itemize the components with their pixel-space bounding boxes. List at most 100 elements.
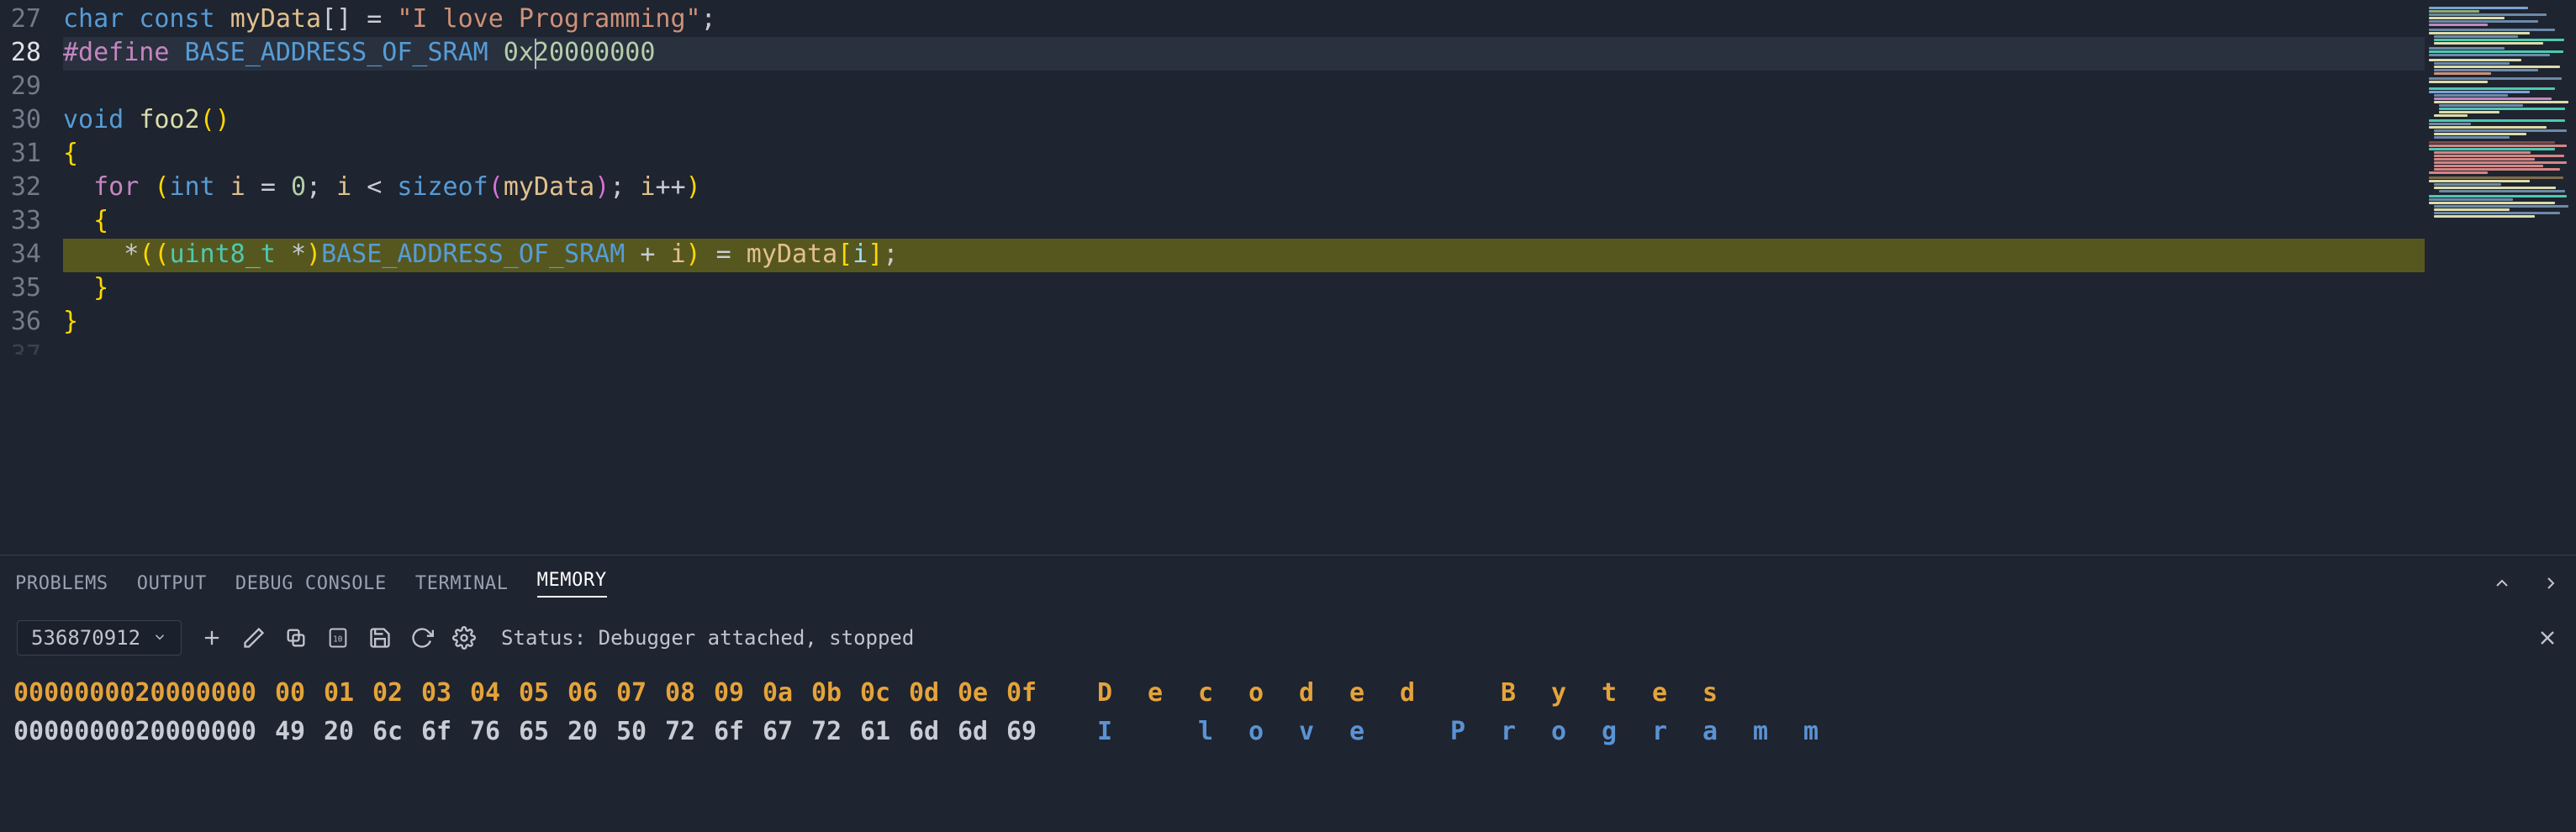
memory-header-col: 00	[266, 678, 314, 708]
save-icon[interactable]	[368, 626, 392, 650]
line-number: 30	[0, 104, 63, 138]
refresh-icon[interactable]	[410, 626, 434, 650]
memory-byte[interactable]: 49	[266, 717, 314, 746]
tab-problems[interactable]: PROBLEMS	[15, 573, 108, 594]
line-number: 36	[0, 306, 63, 340]
code-content[interactable]: *((uint8_t *)BASE_ADDRESS_OF_SRAM + i) =…	[63, 239, 2425, 272]
memory-header-decoded: s	[1685, 678, 1735, 708]
memory-header-col: 0c	[851, 678, 900, 708]
code-line[interactable]: 32 for (int i = 0; i < sizeof(myData); i…	[0, 171, 2425, 205]
memory-byte[interactable]: 72	[656, 717, 705, 746]
memory-byte[interactable]: 72	[802, 717, 851, 746]
memory-header-address: 0000000020000000	[13, 678, 266, 708]
memory-header-decoded: y	[1533, 678, 1584, 708]
memory-header-col: 07	[607, 678, 656, 708]
memory-header-col: 01	[314, 678, 363, 708]
svg-text:10: 10	[333, 635, 343, 645]
code-lines[interactable]: 27char const myData[] = "I love Programm…	[0, 0, 2425, 555]
memory-header-col: 0f	[997, 678, 1046, 708]
plus-icon[interactable]	[200, 626, 224, 650]
line-number: 32	[0, 171, 63, 205]
memory-header-col: 0b	[802, 678, 851, 708]
code-line[interactable]: 30void foo2()	[0, 104, 2425, 138]
chevron-up-icon[interactable]	[2492, 573, 2512, 593]
memory-byte[interactable]: 67	[753, 717, 802, 746]
memory-header-decoded: d	[1382, 678, 1433, 708]
pencil-icon[interactable]	[242, 626, 266, 650]
code-line[interactable]: 27char const myData[] = "I love Programm…	[0, 3, 2425, 37]
code-line[interactable]: 28#define BASE_ADDRESS_OF_SRAM 0x2000000…	[0, 37, 2425, 71]
memory-byte[interactable]: 20	[314, 717, 363, 746]
code-content[interactable]: {	[63, 205, 2425, 239]
memory-header-decoded: D	[1079, 678, 1130, 708]
memory-byte[interactable]: 69	[997, 717, 1046, 746]
chevron-right-icon[interactable]	[2541, 573, 2561, 593]
code-content[interactable]: #define BASE_ADDRESS_OF_SRAM 0x20000000	[63, 37, 2425, 71]
copy-icon[interactable]	[284, 626, 308, 650]
chevron-down-icon[interactable]	[152, 626, 167, 650]
memory-data-row: 000000002000000049206c6f76652050726f6772…	[13, 712, 2563, 750]
memory-byte[interactable]: 20	[558, 717, 607, 746]
memory-header-col: 04	[461, 678, 509, 708]
memory-decoded-char: I	[1079, 717, 1130, 746]
line-number: 35	[0, 272, 63, 306]
minimap[interactable]	[2425, 0, 2576, 555]
tab-memory[interactable]: MEMORY	[537, 570, 607, 598]
memory-row-address: 0000000020000000	[13, 717, 266, 746]
memory-header-col: 0a	[753, 678, 802, 708]
memory-header-decoded: c	[1180, 678, 1231, 708]
memory-byte[interactable]: 65	[509, 717, 558, 746]
line-number: 28	[0, 37, 63, 71]
memory-byte[interactable]: 6d	[900, 717, 948, 746]
code-content[interactable]	[63, 71, 2425, 104]
memory-header-col: 06	[558, 678, 607, 708]
code-content[interactable]: }	[63, 306, 2425, 340]
memory-decoded-char: a	[1685, 717, 1735, 746]
memory-byte[interactable]: 6c	[363, 717, 412, 746]
memory-header-decoded: B	[1483, 678, 1533, 708]
code-line[interactable]: 33 {	[0, 205, 2425, 239]
memory-decoded-char: r	[1634, 717, 1685, 746]
memory-decoded-char: m	[1735, 717, 1786, 746]
memory-header-decoded: e	[1332, 678, 1382, 708]
code-line[interactable]: 34 *((uint8_t *)BASE_ADDRESS_OF_SRAM + i…	[0, 239, 2425, 272]
memory-byte[interactable]: 6f	[705, 717, 753, 746]
tab-output[interactable]: OUTPUT	[137, 573, 207, 594]
code-line[interactable]: 31{	[0, 138, 2425, 171]
line-number: 31	[0, 138, 63, 171]
code-line[interactable]: 36}	[0, 306, 2425, 340]
bottom-panel: PROBLEMS OUTPUT DEBUG CONSOLE TERMINAL M…	[0, 555, 2576, 832]
line-number: 34	[0, 239, 63, 272]
code-line[interactable]: 29	[0, 71, 2425, 104]
memory-byte[interactable]: 61	[851, 717, 900, 746]
tab-terminal[interactable]: TERMINAL	[415, 573, 509, 594]
memory-header-col: 08	[656, 678, 705, 708]
code-line[interactable]: 35 }	[0, 272, 2425, 306]
close-icon[interactable]	[2536, 626, 2559, 650]
memory-header-decoded: e	[1130, 678, 1180, 708]
tab-debug-console[interactable]: DEBUG CONSOLE	[235, 573, 387, 594]
line-number: 27	[0, 3, 63, 37]
code-content[interactable]: {	[63, 138, 2425, 171]
memory-grid: 0000000020000000000102030405060708090a0b…	[0, 665, 2576, 750]
code-content[interactable]: void foo2()	[63, 104, 2425, 138]
memory-byte[interactable]: 76	[461, 717, 509, 746]
binary-file-icon[interactable]: 10	[326, 626, 350, 650]
memory-decoded-char: g	[1584, 717, 1634, 746]
memory-byte[interactable]: 6d	[948, 717, 997, 746]
memory-toolbar: 536870912 10	[0, 611, 2576, 665]
code-content[interactable]: for (int i = 0; i < sizeof(myData); i++)	[63, 171, 2425, 205]
code-content[interactable]: }	[63, 272, 2425, 306]
memory-header-col: 09	[705, 678, 753, 708]
editor-area: 27char const myData[] = "I love Programm…	[0, 0, 2576, 555]
memory-decoded-char: v	[1281, 717, 1332, 746]
memory-decoded-char: P	[1433, 717, 1483, 746]
memory-address-input[interactable]: 536870912	[17, 620, 182, 656]
memory-header-decoded: o	[1231, 678, 1281, 708]
gear-icon[interactable]	[452, 626, 476, 650]
line-number: 33	[0, 205, 63, 239]
memory-byte[interactable]: 50	[607, 717, 656, 746]
memory-byte[interactable]: 6f	[412, 717, 461, 746]
code-content[interactable]: char const myData[] = "I love Programmin…	[63, 3, 2425, 37]
memory-header-col: 0e	[948, 678, 997, 708]
